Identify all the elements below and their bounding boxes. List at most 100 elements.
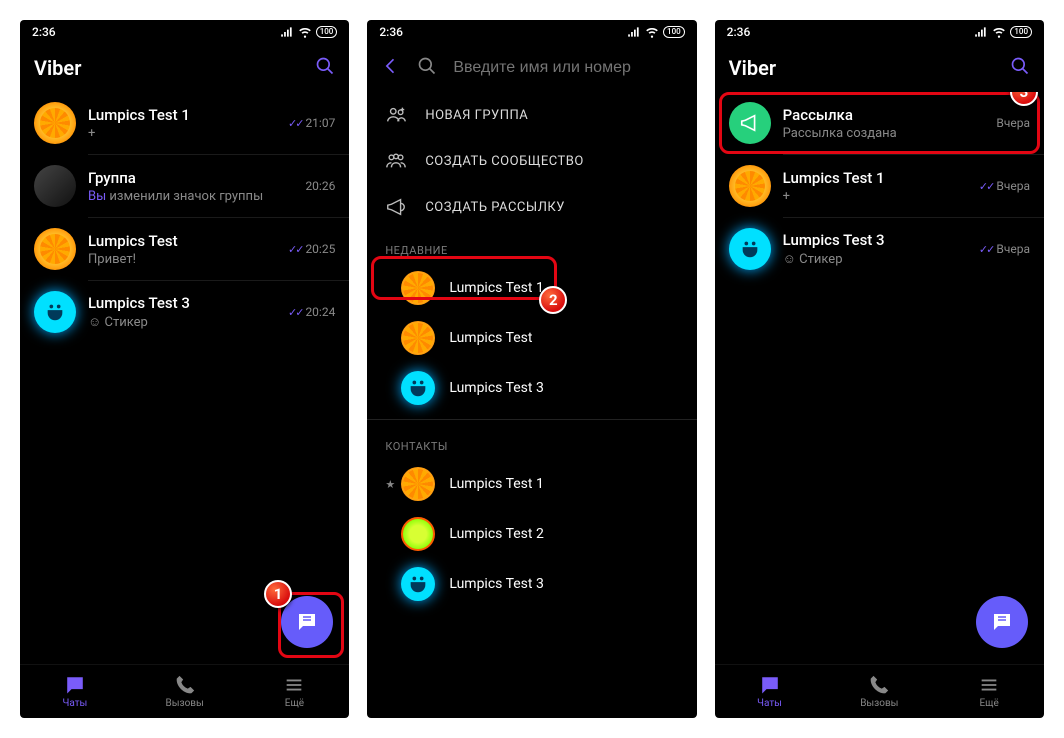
avatar — [34, 165, 76, 207]
chat-time: 21:07 — [305, 116, 335, 130]
tab-label: Чаты — [757, 698, 782, 709]
chat-preview: ☺ Стикер — [783, 251, 967, 267]
search-input[interactable] — [453, 59, 682, 77]
seen-icon: ✓✓ — [979, 243, 993, 256]
tab-more[interactable]: Ещё — [934, 665, 1044, 718]
chat-meta: 20:26 — [305, 179, 335, 193]
tab-calls[interactable]: Вызовы — [824, 665, 934, 718]
tab-label: Ещё — [979, 698, 998, 709]
back-button[interactable] — [381, 56, 401, 80]
chat-meta: ✓✓ Вчера — [979, 179, 1030, 193]
phone-icon — [868, 674, 890, 696]
chat-item[interactable]: Lumpics Test Привет! ✓✓ 20:25 — [20, 218, 349, 280]
appbar: Viber — [715, 44, 1044, 92]
seen-icon: ✓✓ — [288, 117, 302, 130]
statusbar: 2:36 100 — [367, 20, 696, 44]
contact-name: Lumpics Test 1 — [449, 280, 544, 296]
menu-new-group[interactable]: НОВАЯ ГРУППА — [367, 92, 696, 138]
signal-icon — [280, 25, 294, 39]
contact-name: Lumpics Test 3 — [449, 576, 544, 592]
new-chat-body: НОВАЯ ГРУППА СОЗДАТЬ СООБЩЕСТВО СОЗДАТЬ … — [367, 92, 696, 718]
contact-name: Lumpics Test 2 — [449, 526, 544, 542]
chat-item[interactable]: Lumpics Test 1 + ✓✓ 21:07 — [20, 92, 349, 154]
chat-text: Lumpics Test Привет! — [88, 232, 276, 267]
search-button[interactable] — [1010, 56, 1030, 80]
contact-name: Lumpics Test 1 — [449, 476, 544, 492]
menu-new-broadcast[interactable]: СОЗДАТЬ РАССЫЛКУ — [367, 184, 696, 230]
chat-item[interactable]: Lumpics Test 3 ☺ Стикер ✓✓ Вчера — [715, 218, 1044, 280]
chat-item[interactable]: Lumpics Test 1 + ✓✓ Вчера — [715, 155, 1044, 217]
status-icons: 100 — [974, 25, 1032, 39]
search-button[interactable] — [315, 56, 335, 80]
avatar — [401, 371, 435, 405]
status-icons: 100 — [627, 25, 685, 39]
compose-fab[interactable] — [281, 596, 333, 648]
avatar — [34, 102, 76, 144]
wifi-icon — [992, 25, 1006, 39]
chat-text: Рассылка Рассылка создана — [783, 106, 985, 141]
menu-label: НОВАЯ ГРУППА — [425, 108, 528, 123]
section-recent: НЕДАВНИЕ — [367, 230, 696, 263]
menu-label: СОЗДАТЬ СООБЩЕСТВО — [425, 154, 584, 169]
screen-new-chat: 2:36 100 НОВАЯ ГРУППА СОЗДАТЬ СООБЩЕСТВО… — [367, 20, 696, 718]
menu-label: СОЗДАТЬ РАССЫЛКУ — [425, 200, 565, 215]
chat-preview: + — [783, 189, 967, 204]
tab-more[interactable]: Ещё — [240, 665, 350, 718]
chat-text: Lumpics Test 3 ☺ Стикер — [88, 294, 276, 330]
chat-time: 20:24 — [305, 305, 335, 319]
chat-preview: Привет! — [88, 252, 276, 267]
chat-time: Вчера — [996, 116, 1030, 130]
tab-calls[interactable]: Вызовы — [130, 665, 240, 718]
chat-preview: + — [88, 126, 276, 141]
recent-item[interactable]: Lumpics Test 3 — [367, 363, 696, 413]
wifi-icon — [298, 25, 312, 39]
status-icons: 100 — [280, 25, 338, 39]
chat-text: Группа Вы изменили значок группы — [88, 169, 293, 204]
compose-icon — [990, 610, 1014, 634]
divider — [367, 419, 696, 420]
recent-item[interactable]: Lumpics Test — [367, 313, 696, 363]
status-time: 2:36 — [379, 25, 403, 39]
chat-time: 20:26 — [305, 179, 335, 193]
tab-label: Вызовы — [166, 698, 204, 709]
chat-item[interactable]: Lumpics Test 3 ☺ Стикер ✓✓ 20:24 — [20, 281, 349, 343]
search-icon — [417, 56, 437, 76]
chat-meta: ✓✓ 21:07 — [288, 116, 335, 130]
status-time: 2:36 — [727, 25, 751, 39]
chats-body: Рассылка Рассылка создана Вчера 3 Lumpic… — [715, 92, 1044, 664]
app-title: Viber — [729, 56, 994, 80]
tab-chats[interactable]: Чаты — [715, 665, 825, 718]
chat-name: Lumpics Test 3 — [88, 294, 276, 312]
recent-item[interactable]: Lumpics Test 1 — [367, 263, 696, 313]
screen-chats-list: 2:36 100 Viber Lumpics Test 1 + ✓✓ 21:07 — [20, 20, 349, 718]
chat-name: Группа — [88, 169, 293, 187]
chat-item[interactable]: Группа Вы изменили значок группы 20:26 — [20, 155, 349, 217]
chat-meta: Вчера — [996, 116, 1030, 130]
statusbar: 2:36 100 — [715, 20, 1044, 44]
chats-icon — [759, 674, 781, 696]
tab-chats[interactable]: Чаты — [20, 665, 130, 718]
compose-fab[interactable] — [976, 596, 1028, 648]
statusbar: 2:36 100 — [20, 20, 349, 44]
seen-icon: ✓✓ — [288, 306, 302, 319]
chat-time: 20:25 — [305, 242, 335, 256]
chat-name: Lumpics Test 1 — [88, 106, 276, 124]
avatar — [729, 102, 771, 144]
contact-item[interactable]: Lumpics Test 3 — [367, 559, 696, 609]
arrow-left-icon — [381, 56, 401, 76]
avatar — [34, 291, 76, 333]
group-icon — [385, 104, 407, 126]
status-time: 2:36 — [32, 25, 56, 39]
avatar — [401, 517, 435, 551]
appbar-search — [367, 44, 696, 92]
chat-item-broadcast[interactable]: Рассылка Рассылка создана Вчера — [715, 92, 1044, 154]
tab-label: Вызовы — [860, 698, 898, 709]
tab-label: Ещё — [285, 698, 304, 709]
tab-label: Чаты — [63, 698, 88, 709]
section-contacts: КОНТАКТЫ — [367, 426, 696, 459]
menu-new-community[interactable]: СОЗДАТЬ СООБЩЕСТВО — [367, 138, 696, 184]
contact-item[interactable]: ★ Lumpics Test 1 — [367, 459, 696, 509]
chats-body: Lumpics Test 1 + ✓✓ 21:07 Группа Вы изме… — [20, 92, 349, 664]
contact-item[interactable]: Lumpics Test 2 — [367, 509, 696, 559]
chat-name: Lumpics Test 1 — [783, 169, 967, 187]
